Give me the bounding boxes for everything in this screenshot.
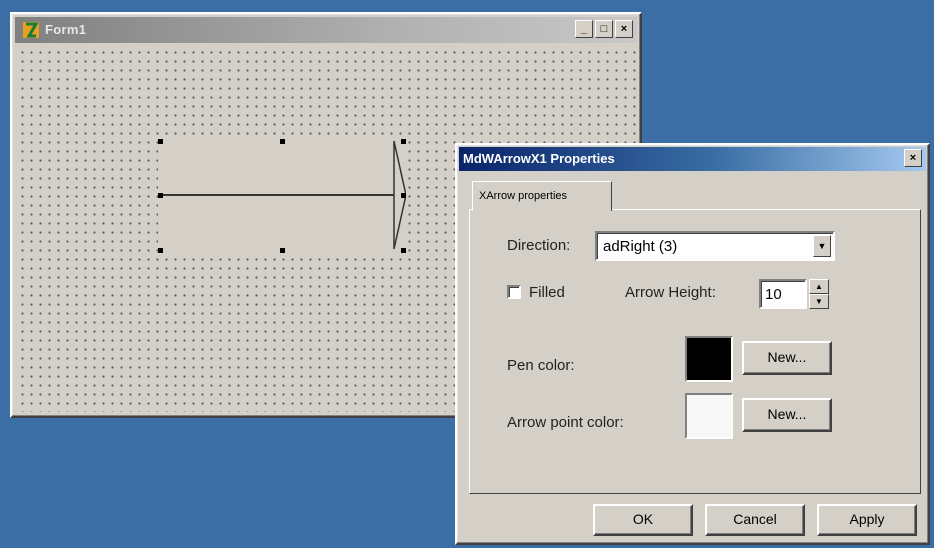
apply-label: Apply xyxy=(849,511,885,527)
arrow-point-color-swatch xyxy=(685,393,733,439)
selection-handle-bc[interactable] xyxy=(280,248,285,253)
cancel-button[interactable]: Cancel xyxy=(705,504,805,536)
arrow-height-field[interactable]: 10 xyxy=(759,279,807,309)
arrow-height-value: 10 xyxy=(765,286,782,303)
minimize-button[interactable]: _ xyxy=(575,20,593,38)
properties-dialog: MdWArrowX1 Properties × XArrow propertie… xyxy=(455,143,930,545)
spin-down-icon[interactable]: ▼ xyxy=(809,294,829,309)
direction-label: Direction: xyxy=(507,237,571,254)
selection-handle-br[interactable] xyxy=(401,248,406,253)
arrow-height-label: Arrow Height: xyxy=(625,284,716,301)
dialog-title: MdWArrowX1 Properties xyxy=(463,151,615,166)
arrow-shape-icon xyxy=(161,140,406,250)
selection-handle-bl[interactable] xyxy=(158,248,163,253)
pen-color-new-label: New... xyxy=(767,349,807,365)
dialog-titlebar[interactable]: MdWArrowX1 Properties × xyxy=(459,147,926,171)
apply-button[interactable]: Apply xyxy=(817,504,917,536)
arrow-point-color-label: Arrow point color: xyxy=(507,414,624,431)
selection-handle-tc[interactable] xyxy=(280,139,285,144)
pen-color-new-button[interactable]: New... xyxy=(742,341,832,375)
chevron-down-icon[interactable]: ▼ xyxy=(813,235,831,257)
spin-up-icon[interactable]: ▲ xyxy=(809,279,829,294)
arrow-point-color-new-label: New... xyxy=(767,406,807,422)
arrow-control[interactable] xyxy=(158,139,406,253)
dialog-close-icon[interactable]: × xyxy=(904,149,922,167)
arrow-point-color-new-button[interactable]: New... xyxy=(742,398,832,432)
selection-handle-tl[interactable] xyxy=(158,139,163,144)
close-icon[interactable]: × xyxy=(615,20,633,38)
selection-handle-mr[interactable] xyxy=(401,193,406,198)
direction-value: adRight (3) xyxy=(603,238,678,255)
selection-handle-ml[interactable] xyxy=(158,193,163,198)
maximize-button[interactable]: □ xyxy=(595,20,613,38)
ok-button[interactable]: OK xyxy=(593,504,693,536)
form1-titlebar[interactable]: Form1 _ □ × xyxy=(15,17,637,43)
direction-select[interactable]: adRight (3) ▼ xyxy=(595,231,835,261)
selection-handle-tr[interactable] xyxy=(401,139,406,144)
tab-xarrow-properties[interactable]: XArrow properties xyxy=(472,181,612,211)
tab-label: XArrow properties xyxy=(479,190,568,202)
delphi-app-icon xyxy=(21,20,41,40)
arrow-height-stepper[interactable]: ▲ ▼ xyxy=(809,279,829,309)
filled-checkbox[interactable] xyxy=(507,285,521,299)
filled-label: Filled xyxy=(529,284,565,301)
cancel-label: Cancel xyxy=(733,511,777,527)
pen-color-swatch xyxy=(685,336,733,382)
form1-title: Form1 xyxy=(45,22,87,37)
pen-color-label: Pen color: xyxy=(507,357,575,374)
ok-label: OK xyxy=(632,511,654,527)
